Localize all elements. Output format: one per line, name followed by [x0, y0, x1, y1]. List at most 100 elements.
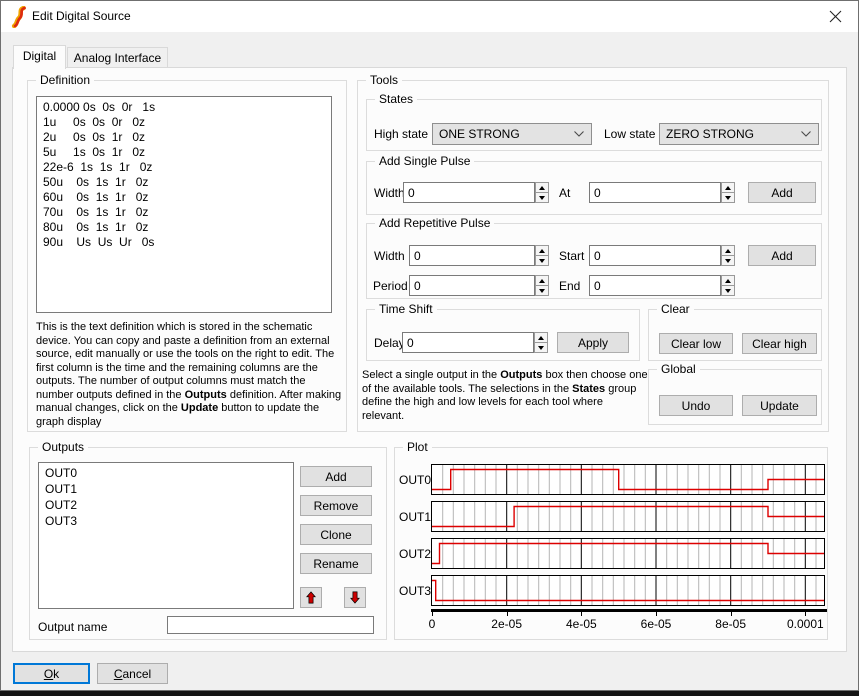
spin-down-button[interactable]	[721, 193, 735, 203]
rep-width-input[interactable]	[409, 245, 535, 266]
close-button[interactable]	[820, 6, 850, 27]
tools-group: Tools States High state ONE STRONG Low s…	[357, 80, 829, 432]
wave-strip-out1	[431, 501, 825, 532]
tab-analog-interface[interactable]: Analog Interface	[67, 47, 168, 68]
spin-down-button[interactable]	[535, 286, 549, 296]
spin-down-icon	[539, 196, 545, 200]
spin-up-button[interactable]	[534, 332, 548, 343]
rep-end-spinner	[721, 275, 735, 296]
rep-width-spinner	[535, 245, 549, 266]
output-name-input[interactable]	[167, 616, 374, 634]
cancel-button[interactable]: Cancel	[97, 663, 168, 684]
add-output-button[interactable]: Add	[300, 466, 372, 487]
spin-up-button[interactable]	[535, 275, 549, 286]
x-axis-tick	[805, 612, 806, 616]
arrow-down-icon	[348, 590, 362, 605]
time-shift-group: Time Shift Delay Apply	[366, 309, 640, 361]
wave-label-out3: OUT3	[399, 584, 430, 598]
plot-group-label: Plot	[403, 440, 432, 455]
spin-up-button[interactable]	[721, 245, 735, 256]
spin-down-button[interactable]	[721, 286, 735, 296]
output-list-item[interactable]: OUT0	[39, 465, 293, 481]
spin-up-icon	[539, 249, 545, 253]
spin-down-button[interactable]	[535, 256, 549, 266]
undo-button[interactable]: Undo	[659, 395, 733, 416]
dialog-window: Edit Digital Source Digital Analog Inter…	[0, 0, 859, 691]
x-tick-label: 4e-05	[566, 617, 597, 631]
tools-group-label: Tools	[366, 73, 402, 88]
tab-digital[interactable]: Digital	[13, 45, 66, 69]
spin-down-button[interactable]	[721, 256, 735, 266]
delay-label: Delay	[374, 336, 405, 350]
spin-up-button[interactable]	[535, 245, 549, 256]
spin-down-button[interactable]	[534, 343, 548, 353]
spin-down-button[interactable]	[535, 193, 549, 203]
spin-up-button[interactable]	[535, 182, 549, 193]
spin-down-icon	[725, 289, 731, 293]
x-tick-label: 0	[429, 617, 436, 631]
spin-up-icon	[725, 249, 731, 253]
add-single-pulse-button[interactable]: Add	[748, 182, 816, 203]
move-up-button[interactable]	[300, 587, 322, 608]
rep-end-input[interactable]	[589, 275, 721, 296]
add-repetitive-pulse-button[interactable]: Add	[748, 245, 816, 266]
background-behind-window	[0, 691, 859, 696]
spin-up-button[interactable]	[721, 182, 735, 193]
rep-start-input[interactable]	[589, 245, 721, 266]
global-group-label: Global	[657, 362, 700, 377]
output-name-label: Output name	[38, 620, 107, 634]
x-tick-label: 8e-05	[715, 617, 746, 631]
spin-down-icon	[539, 289, 545, 293]
clone-output-button[interactable]: Clone	[300, 524, 372, 545]
rep-width-label: Width	[374, 249, 405, 263]
window-title: Edit Digital Source	[32, 9, 131, 23]
update-button[interactable]: Update	[742, 395, 817, 416]
rep-start-spinner	[721, 245, 735, 266]
single-pulse-width-input[interactable]	[403, 182, 535, 203]
outputs-group-label: Outputs	[38, 440, 88, 455]
waveform-trace	[432, 544, 824, 564]
single-pulse-at-input[interactable]	[589, 182, 721, 203]
clear-group-label: Clear	[657, 302, 694, 317]
output-list-item[interactable]: OUT3	[39, 513, 293, 529]
definition-textarea[interactable]: 0.0000 0s 0s 0r 1s 1u 0s 0s 0r 0z 2u 0s …	[36, 96, 332, 313]
clear-low-button[interactable]: Clear low	[659, 333, 733, 354]
states-group-label: States	[375, 92, 417, 107]
high-state-label: High state	[374, 127, 428, 141]
high-state-select[interactable]: ONE STRONG	[432, 123, 592, 145]
clear-group: Clear Clear low Clear high	[648, 309, 822, 361]
waveform-trace	[432, 581, 824, 601]
x-axis-tick	[656, 612, 657, 616]
x-axis-tick	[507, 612, 508, 616]
wave-label-out0: OUT0	[399, 473, 430, 487]
spin-down-icon	[725, 196, 731, 200]
rep-period-label: Period	[373, 279, 408, 293]
definition-group-label: Definition	[36, 73, 94, 88]
tab-page-digital: Definition 0.0000 0s 0s 0r 1s 1u 0s 0s 0…	[12, 67, 847, 652]
delay-input[interactable]	[402, 332, 534, 353]
spin-up-icon	[539, 186, 545, 190]
wave-strip-out3	[431, 575, 825, 606]
spin-up-icon	[725, 279, 731, 283]
x-axis	[431, 609, 827, 612]
delay-spinner	[534, 332, 548, 353]
x-tick-label: 6e-05	[641, 617, 672, 631]
remove-output-button[interactable]: Remove	[300, 495, 372, 516]
rep-period-input[interactable]	[409, 275, 535, 296]
ok-button[interactable]: Ok	[13, 663, 90, 684]
clear-high-button[interactable]: Clear high	[742, 333, 817, 354]
low-state-select[interactable]: ZERO STRONG	[659, 123, 819, 145]
output-list-item[interactable]: OUT2	[39, 497, 293, 513]
rename-output-button[interactable]: Rename	[300, 553, 372, 574]
spin-up-icon	[538, 336, 544, 340]
single-pulse-width-label: Width	[374, 186, 405, 200]
move-down-button[interactable]	[344, 587, 366, 608]
spin-down-icon	[725, 259, 731, 263]
single-pulse-width-spinner	[535, 182, 549, 203]
rep-end-label: End	[559, 279, 580, 293]
x-axis-tick	[432, 612, 433, 616]
spin-up-button[interactable]	[721, 275, 735, 286]
outputs-list[interactable]: OUT0OUT1OUT2OUT3	[38, 462, 294, 609]
output-list-item[interactable]: OUT1	[39, 481, 293, 497]
apply-button[interactable]: Apply	[557, 332, 629, 353]
